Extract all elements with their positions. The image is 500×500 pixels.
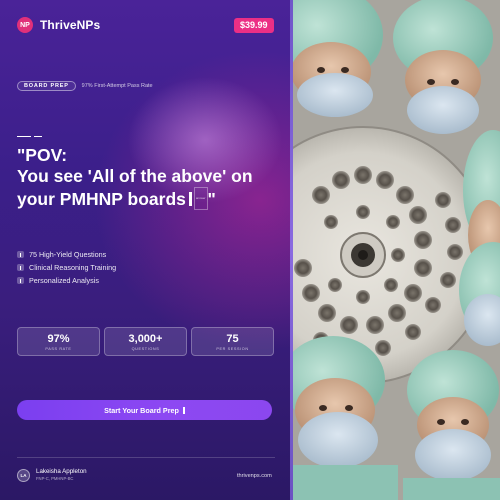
author: LA Lakeisha Appleton FNP-C, PMHNP-BC — [17, 468, 87, 482]
cta-label: Start Your Board Prep — [104, 405, 179, 415]
surgeon-top-left — [293, 0, 383, 117]
stat-pass-rate: 97% PASS RATE — [17, 327, 100, 356]
headline: "POV: You see 'All of the above' on your… — [17, 145, 287, 210]
cursor-bar-icon — [188, 192, 192, 206]
cursor-bar-icon — [182, 406, 185, 414]
stat-value: 3,000+ — [128, 332, 163, 345]
decorative-dashes — [17, 136, 42, 138]
stat-questions: 3,000+ QUESTIONS — [104, 327, 187, 356]
brand-logo: NP — [17, 17, 33, 33]
feature-item: 75 High-Yield Questions — [17, 248, 116, 261]
stat-label: PER SESSION — [216, 346, 249, 351]
surgeons-photo — [293, 0, 500, 500]
promo-panel: NP ThriveNPs $39.99 BOARD PREP 97% First… — [0, 0, 292, 500]
category-badge: BOARD PREP — [17, 81, 76, 91]
author-name: Lakeisha Appleton — [36, 468, 87, 475]
footer-divider — [17, 457, 275, 458]
headline-line-3-text: your PMHNP boards — [17, 189, 186, 209]
brand: NP ThriveNPs — [17, 17, 100, 33]
check-icon — [17, 264, 24, 271]
feature-list: 75 High-Yield Questions Clinical Reasoni… — [17, 248, 116, 287]
avatar: LA — [17, 468, 30, 482]
headline-line-1: "POV: — [17, 145, 68, 165]
feature-item: Clinical Reasoning Training — [17, 261, 116, 274]
feature-label: 75 High-Yield Questions — [29, 250, 107, 259]
feature-label: Clinical Reasoning Training — [29, 263, 117, 272]
start-board-prep-button[interactable]: Start Your Board Prep — [17, 400, 272, 420]
stat-value: 97% — [47, 332, 70, 345]
answer-chip: answer — [193, 187, 208, 210]
feature-label: Personalized Analysis — [29, 276, 99, 285]
check-icon — [17, 251, 24, 258]
surgeons-illustration — [293, 0, 500, 500]
stats-row: 97% PASS RATE 3,000+ QUESTIONS 75 PER SE… — [17, 327, 274, 356]
stat-label: QUESTIONS — [131, 346, 160, 351]
headline-line-3: your PMHNP boards answer " — [17, 187, 287, 210]
headline-close-quote: " — [207, 189, 216, 209]
pass-rate-note: 97% First-Attempt Pass Rate — [81, 83, 153, 89]
website-link[interactable]: thrivenps.com — [237, 473, 272, 479]
ad-canvas: NP ThriveNPs $39.99 BOARD PREP 97% First… — [0, 0, 500, 500]
price-tag[interactable]: $39.99 — [234, 18, 274, 33]
stat-per-session: 75 PER SESSION — [191, 327, 274, 356]
surgeon-top-right — [393, 0, 493, 134]
stat-value: 75 — [226, 332, 239, 345]
badge-row: BOARD PREP 97% First-Attempt Pass Rate — [17, 81, 153, 91]
stat-label: PASS RATE — [45, 346, 72, 351]
brand-name: ThriveNPs — [40, 18, 101, 32]
check-icon — [17, 277, 24, 284]
headline-line-2: You see 'All of the above' on — [17, 166, 253, 186]
feature-item: Personalized Analysis — [17, 274, 116, 287]
author-credentials: FNP-C, PMHNP-BC — [36, 476, 74, 481]
